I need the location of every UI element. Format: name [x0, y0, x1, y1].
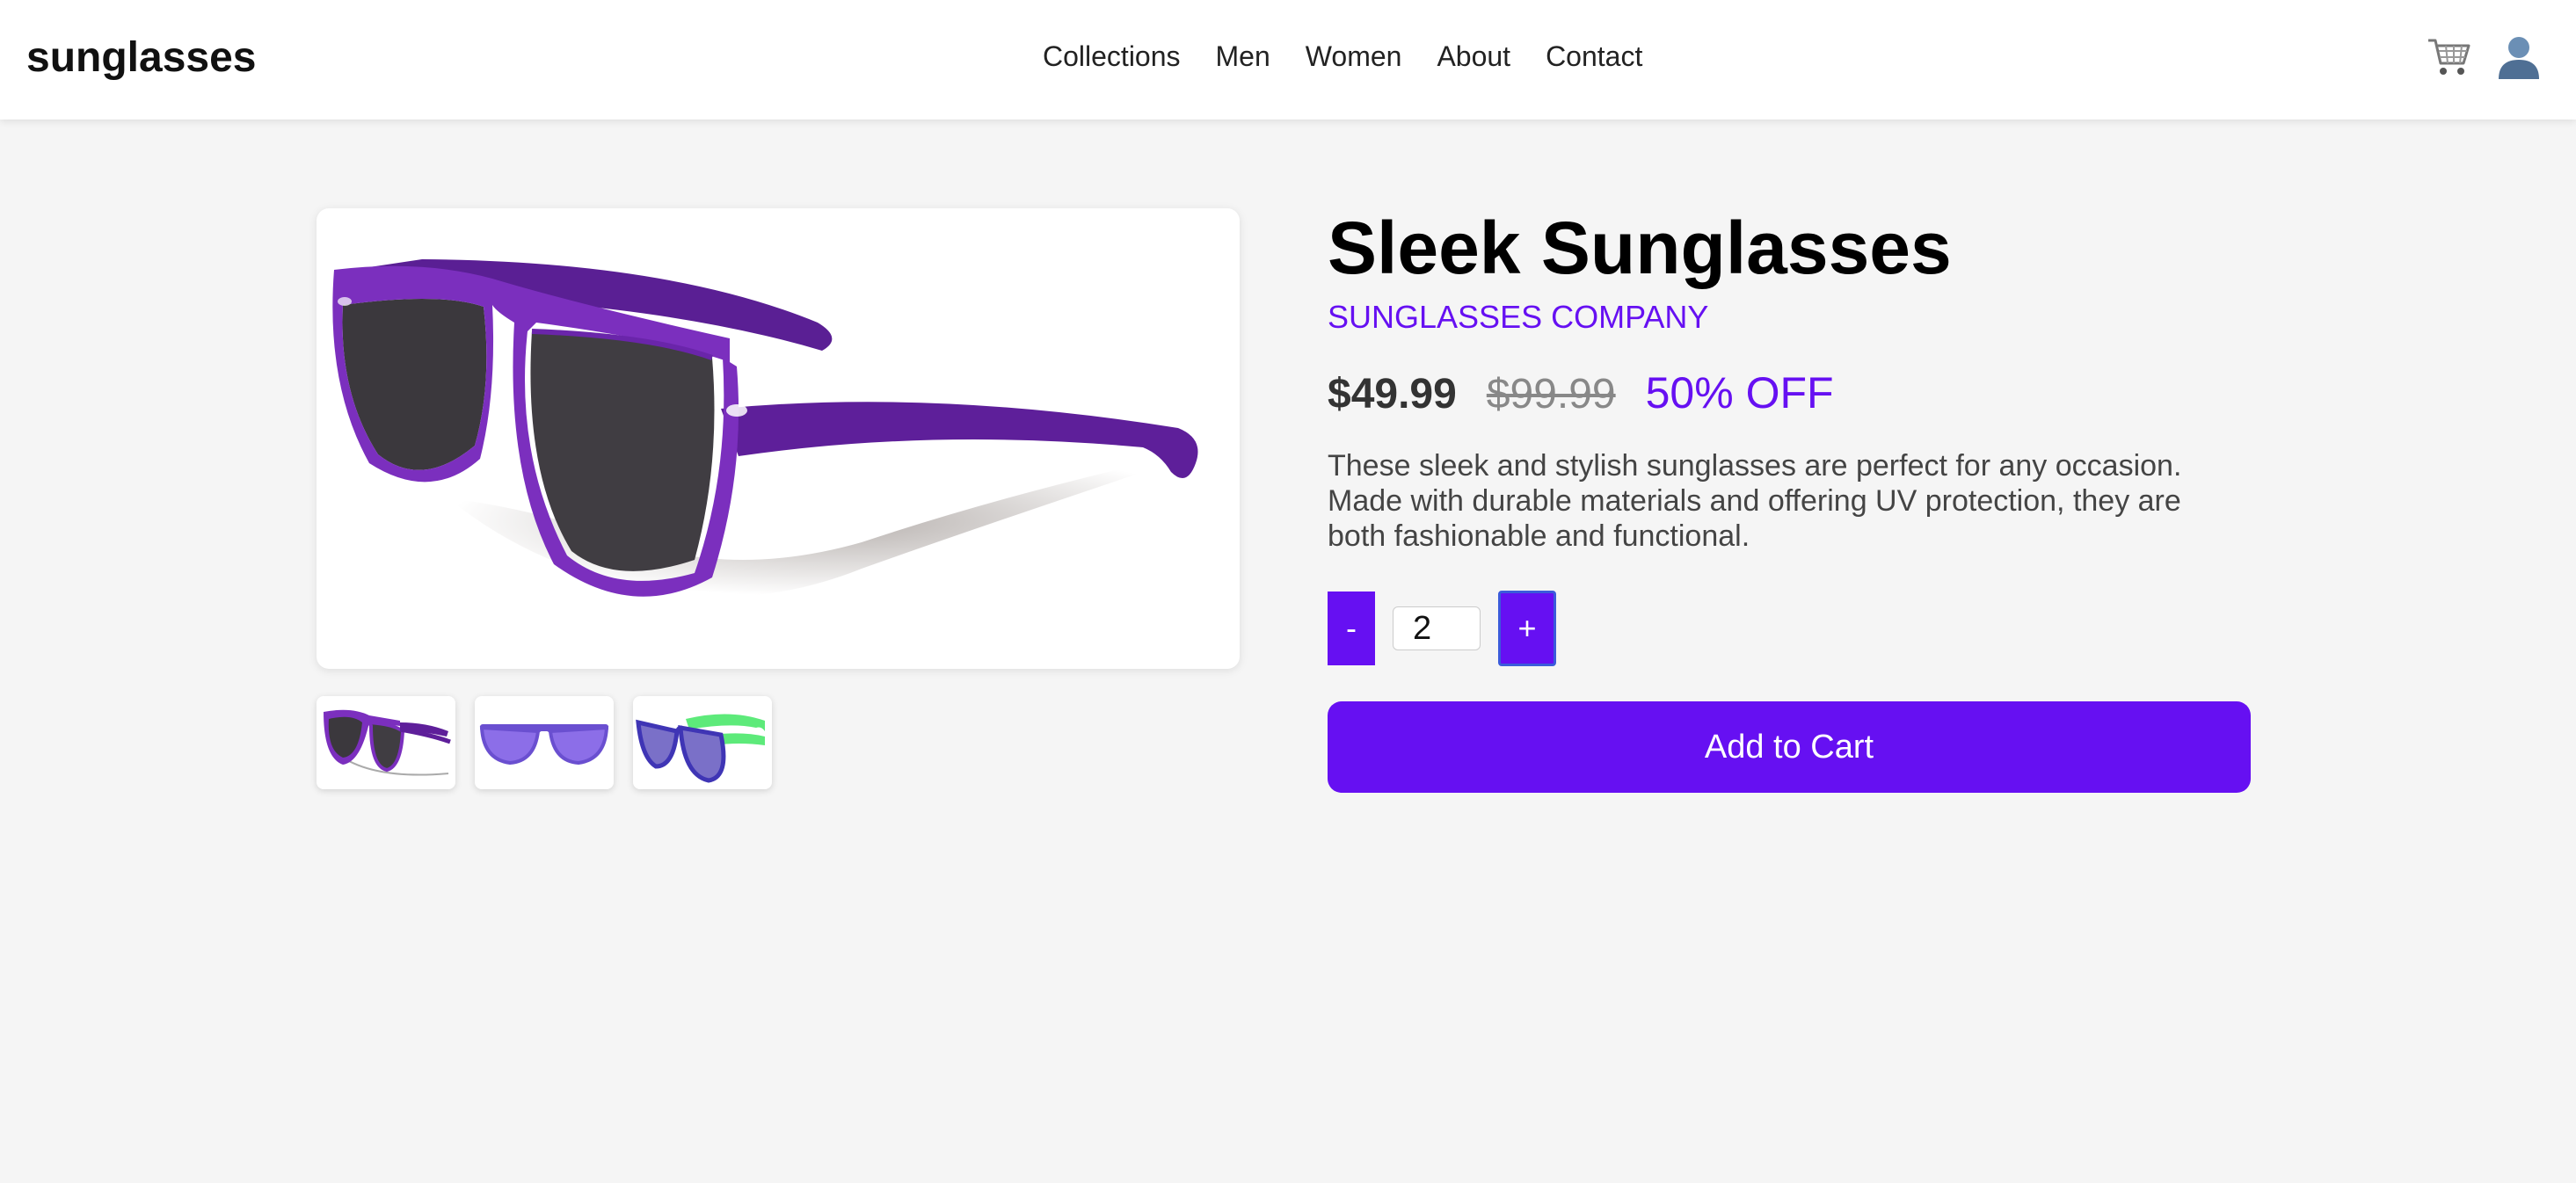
increase-quantity-button[interactable]: +	[1498, 591, 1556, 666]
product-title: Sleek Sunglasses	[1328, 207, 1952, 289]
product-company: SUNGLASSES COMPANY	[1328, 299, 1709, 335]
sunglasses-image	[332, 259, 1222, 597]
thumbnail-strip	[317, 696, 772, 789]
cart-icon[interactable]	[2425, 33, 2472, 81]
thumbnail-image	[479, 724, 609, 766]
price-row: $49.99 $99.99 50% OFF	[1328, 367, 2251, 418]
current-price: $49.99	[1328, 371, 1457, 417]
quantity-input[interactable]	[1393, 606, 1481, 650]
nav-women[interactable]: Women	[1306, 37, 1402, 76]
thumbnail-lavender[interactable]	[475, 696, 614, 789]
thumbnail-blue-green[interactable]	[633, 696, 772, 789]
site-header: sunglasses Collections Men Women About C…	[0, 0, 2576, 120]
product-info: Sleek Sunglasses SUNGLASSES COMPANY $49.…	[1328, 204, 2251, 793]
thumbnail-image	[636, 714, 765, 783]
nav-men[interactable]: Men	[1216, 37, 1270, 76]
decrease-quantity-button[interactable]: -	[1328, 592, 1375, 665]
quantity-stepper: - +	[1328, 591, 2251, 666]
brand-logo[interactable]: sunglasses	[26, 32, 256, 84]
thumbnail-image	[324, 709, 451, 776]
main-nav: Collections Men Women About Contact	[1043, 37, 1642, 76]
product-main-image[interactable]	[317, 208, 1240, 669]
add-to-cart-button[interactable]: Add to Cart	[1328, 701, 2251, 793]
discount-badge: 50% OFF	[1645, 368, 1834, 417]
nav-about[interactable]: About	[1437, 37, 1510, 76]
nav-contact[interactable]: Contact	[1546, 37, 1642, 76]
nav-collections[interactable]: Collections	[1043, 37, 1181, 76]
product-description: These sleek and stylish sunglasses are p…	[1328, 449, 2182, 553]
original-price: $99.99	[1486, 371, 1616, 417]
thumbnail-purple[interactable]	[317, 696, 455, 789]
user-icon[interactable]	[2495, 33, 2543, 81]
header-actions	[2425, 33, 2543, 81]
